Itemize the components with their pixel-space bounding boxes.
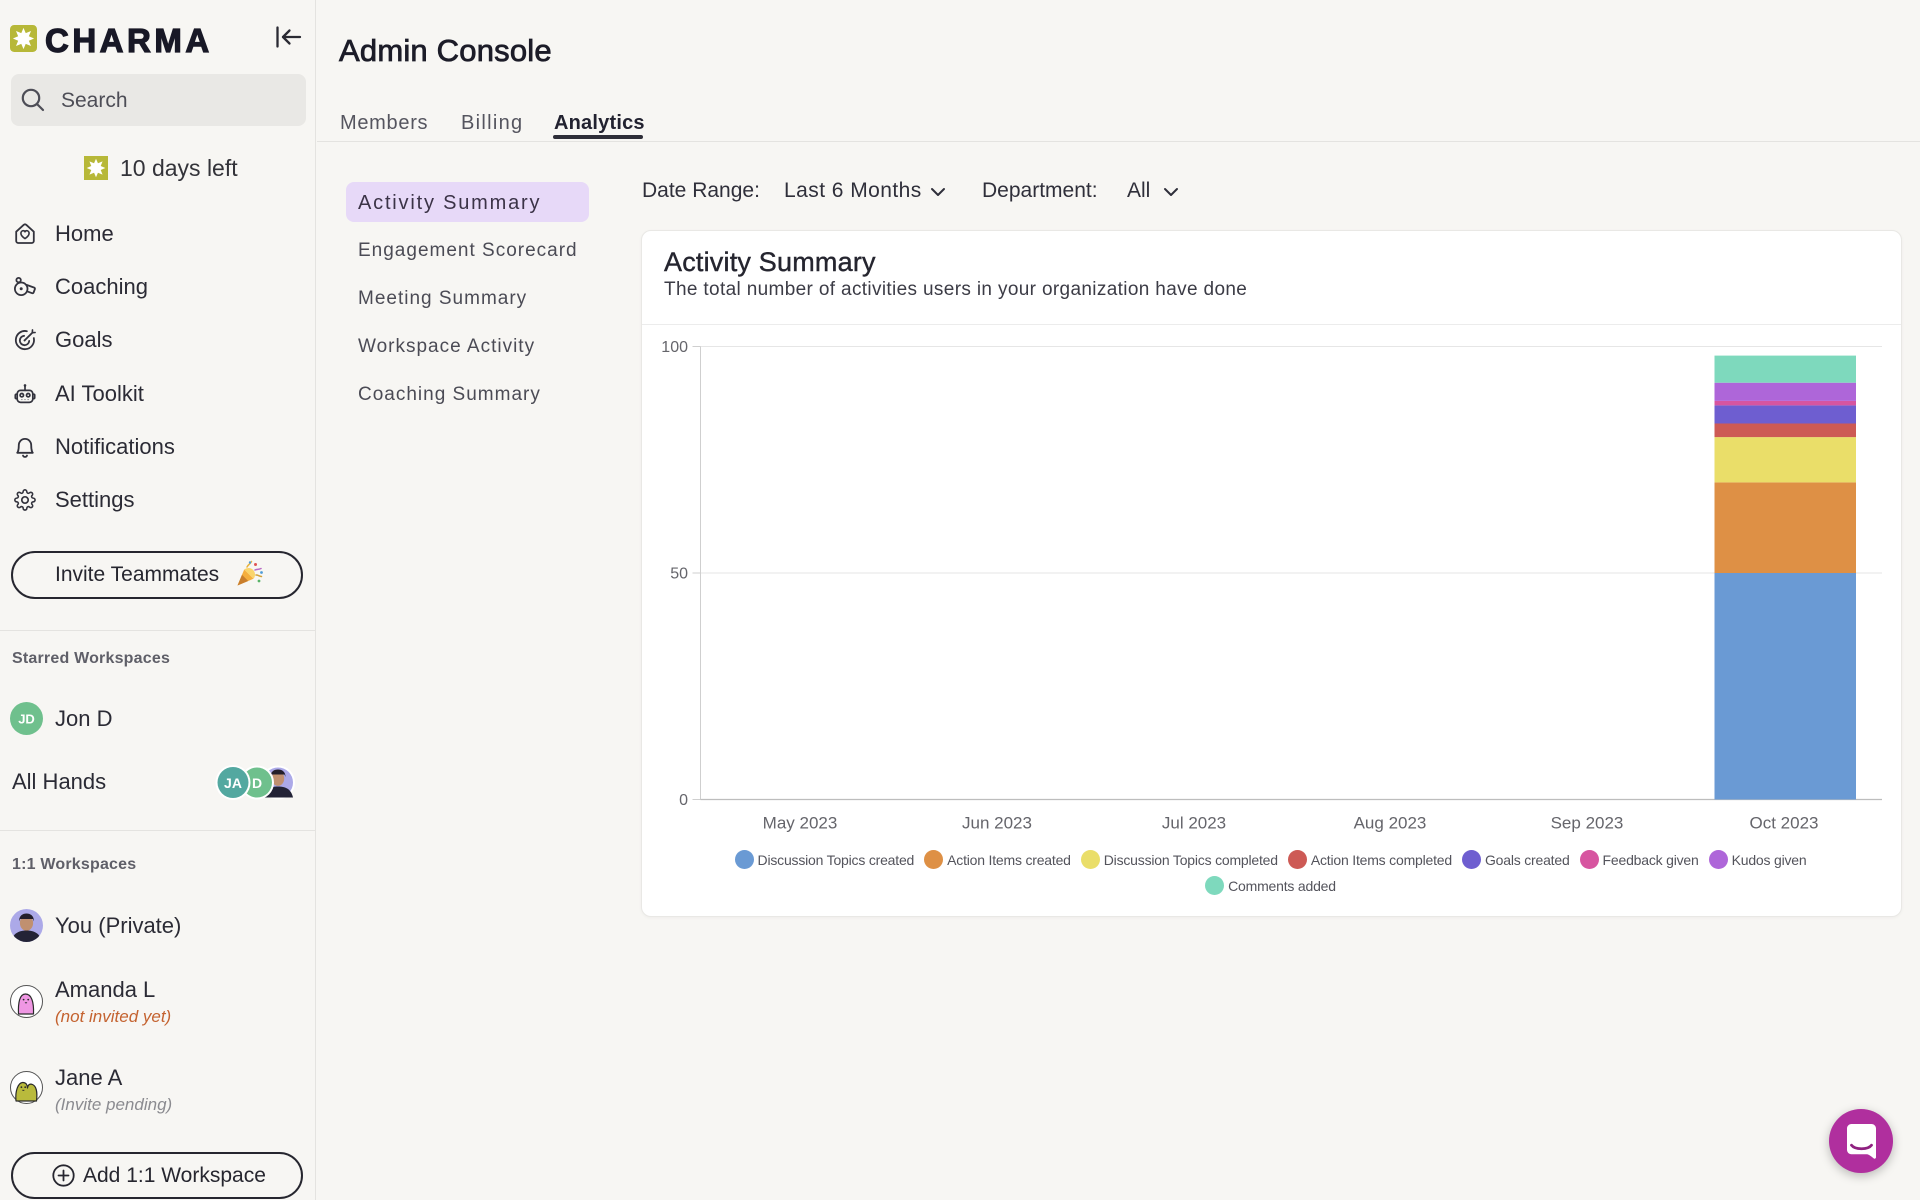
svg-text:JA: JA: [224, 775, 242, 791]
svg-text:May 2023: May 2023: [763, 814, 838, 833]
svg-text:D: D: [252, 775, 262, 791]
svg-text:JD: JD: [18, 712, 35, 727]
svg-text:100: 100: [661, 339, 688, 356]
svg-text:Jul 2023: Jul 2023: [1162, 814, 1226, 833]
svg-text:Sep 2023: Sep 2023: [1551, 814, 1624, 833]
svg-text:0: 0: [679, 792, 688, 809]
svg-text:50: 50: [670, 566, 688, 583]
svg-text:Oct 2023: Oct 2023: [1750, 814, 1819, 833]
svg-text:Jun 2023: Jun 2023: [962, 814, 1032, 833]
svg-text:Aug 2023: Aug 2023: [1354, 814, 1427, 833]
